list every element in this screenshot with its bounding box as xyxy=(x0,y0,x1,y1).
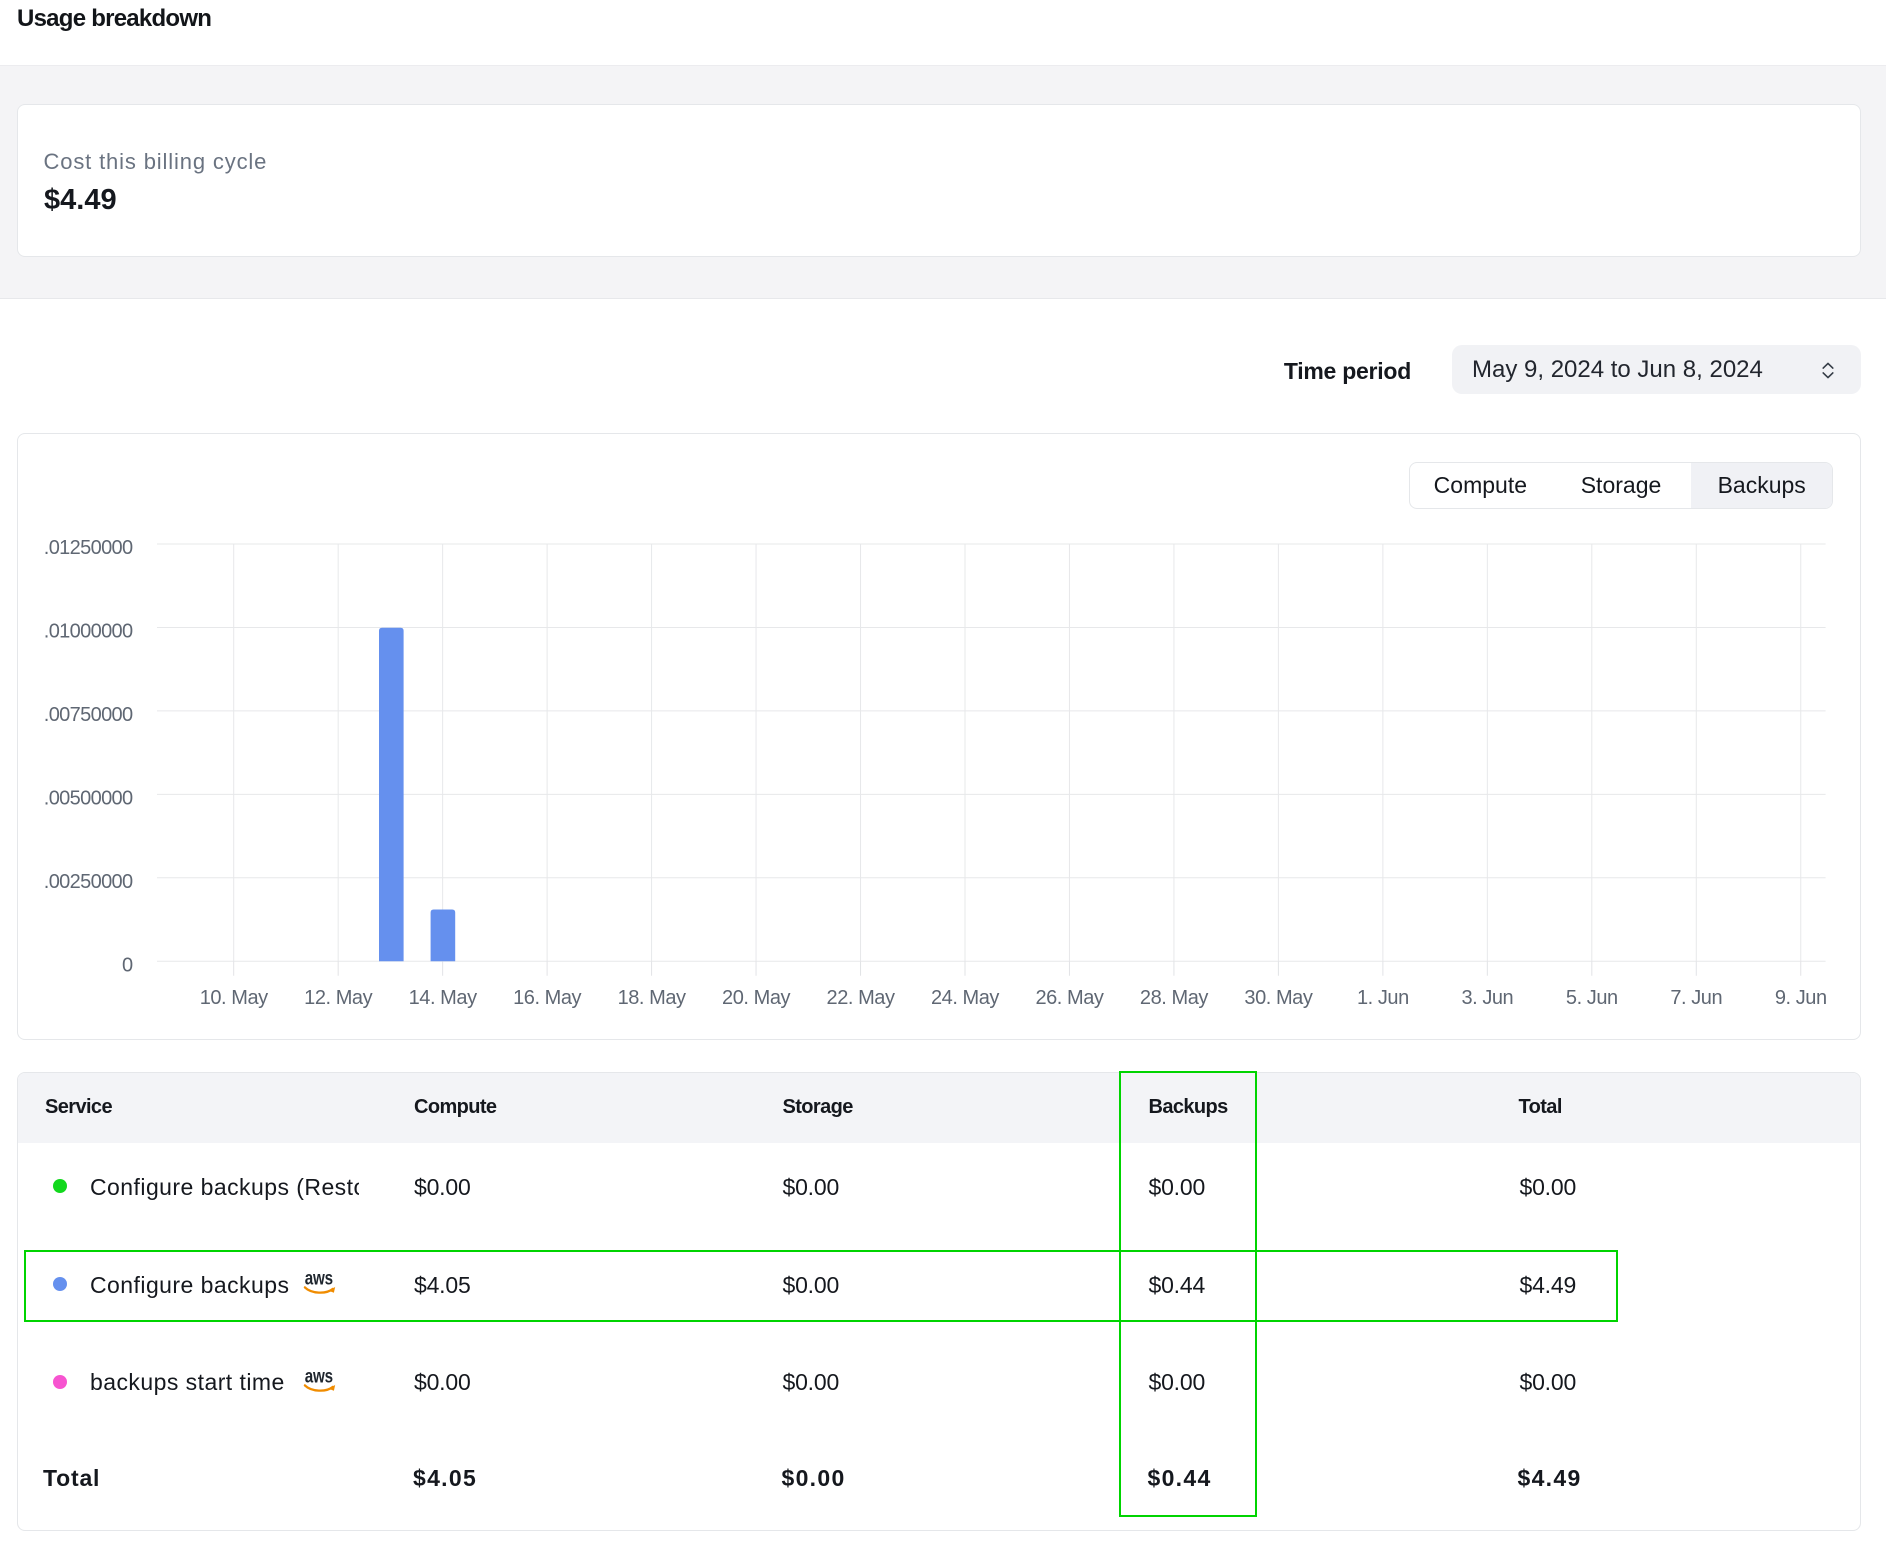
svg-text:28. May: 28. May xyxy=(1140,987,1208,1009)
svg-text:22. May: 22. May xyxy=(827,987,895,1009)
svg-text:5. Jun: 5. Jun xyxy=(1566,987,1618,1009)
svg-text:7. Jun: 7. Jun xyxy=(1670,987,1722,1009)
svg-text:24. May: 24. May xyxy=(931,987,999,1009)
svg-text:1. Jun: 1. Jun xyxy=(1357,987,1409,1009)
svg-text:30. May: 30. May xyxy=(1244,987,1312,1009)
svg-text:9. Jun: 9. Jun xyxy=(1775,987,1827,1009)
svg-text:18. May: 18. May xyxy=(618,987,686,1009)
svg-text:.01250000: .01250000 xyxy=(44,537,133,559)
svg-text:20. May: 20. May xyxy=(722,987,790,1009)
svg-text:16. May: 16. May xyxy=(513,987,581,1009)
svg-text:26. May: 26. May xyxy=(1035,987,1103,1009)
svg-text:14. May: 14. May xyxy=(409,987,477,1009)
svg-text:.00750000: .00750000 xyxy=(44,704,133,726)
svg-text:0: 0 xyxy=(122,954,133,976)
svg-text:10. May: 10. May xyxy=(200,987,268,1009)
svg-text:3. Jun: 3. Jun xyxy=(1461,987,1513,1009)
svg-text:aws: aws xyxy=(305,1371,333,1387)
svg-text:.01000000: .01000000 xyxy=(44,620,133,642)
svg-text:.00250000: .00250000 xyxy=(44,871,133,893)
svg-text:.00500000: .00500000 xyxy=(44,787,133,809)
svg-text:12. May: 12. May xyxy=(304,987,372,1009)
